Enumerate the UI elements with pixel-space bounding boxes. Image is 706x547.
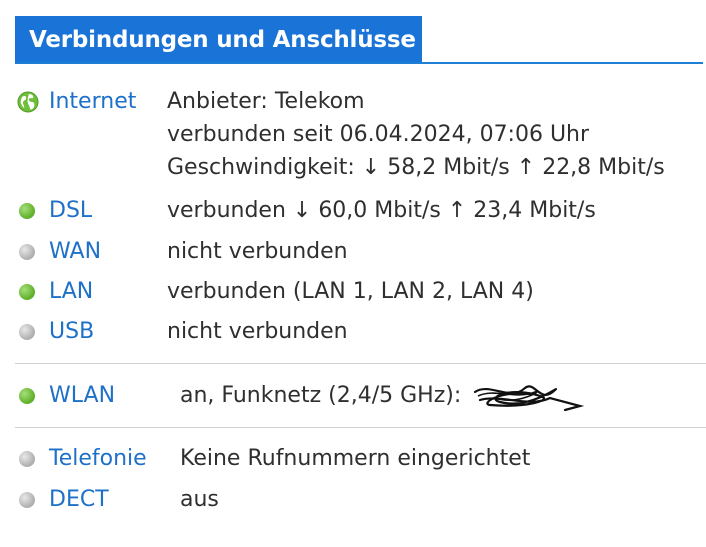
section-title: Verbindungen und Anschlüsse: [15, 16, 422, 62]
globe-icon: [17, 91, 39, 113]
section-header: Verbindungen und Anschlüsse: [15, 16, 703, 64]
dsl-status: verbunden ↓ 60,0 Mbit/s ↑ 23,4 Mbit/s: [167, 198, 596, 223]
telefonie-link[interactable]: Telefonie: [49, 445, 147, 473]
status-grey-icon: [19, 492, 35, 508]
status-grey-icon: [19, 244, 35, 260]
lan-status: verbunden (LAN 1, LAN 2, LAN 4): [167, 279, 534, 304]
status-green-icon: [19, 388, 35, 404]
wan-status: nicht verbunden: [167, 239, 348, 264]
dsl-link[interactable]: DSL: [49, 197, 92, 225]
usb-status: nicht verbunden: [167, 319, 348, 344]
internet-provider: Anbieter: Telekom: [167, 89, 365, 114]
row-telefonie: Telefonie Keine Rufnummern eingerichtet: [15, 445, 695, 475]
internet-speed: Geschwindigkeit: ↓ 58,2 Mbit/s ↑ 22,8 Mb…: [167, 155, 665, 180]
row-lan: LAN verbunden (LAN 1, LAN 2, LAN 4): [15, 278, 695, 308]
telefonie-status: Keine Rufnummern eingerichtet: [180, 446, 531, 471]
divider: [15, 427, 706, 428]
status-green-icon: [19, 284, 35, 300]
wlan-link[interactable]: WLAN: [49, 382, 115, 410]
dect-link[interactable]: DECT: [49, 486, 109, 514]
divider: [15, 363, 706, 364]
redaction-scribble: [473, 385, 585, 412]
row-internet: Internet Anbieter: Telekom verbunden sei…: [15, 88, 695, 188]
lan-link[interactable]: LAN: [49, 278, 93, 306]
status-grey-icon: [19, 451, 35, 467]
status-grey-icon: [19, 324, 35, 340]
dect-status: aus: [180, 487, 219, 512]
internet-link[interactable]: Internet: [49, 88, 136, 116]
usb-link[interactable]: USB: [49, 318, 94, 346]
wlan-status: an, Funknetz (2,4/5 GHz):: [180, 383, 462, 408]
status-green-icon: [19, 203, 35, 219]
row-dect: DECT aus: [15, 486, 695, 516]
row-wlan: WLAN an, Funknetz (2,4/5 GHz):: [15, 382, 695, 412]
row-usb: USB nicht verbunden: [15, 318, 695, 348]
row-dsl: DSL verbunden ↓ 60,0 Mbit/s ↑ 23,4 Mbit/…: [15, 197, 695, 227]
internet-connected-since: verbunden seit 06.04.2024, 07:06 Uhr: [167, 122, 590, 147]
row-wan: WAN nicht verbunden: [15, 238, 695, 268]
wan-link[interactable]: WAN: [49, 238, 101, 266]
